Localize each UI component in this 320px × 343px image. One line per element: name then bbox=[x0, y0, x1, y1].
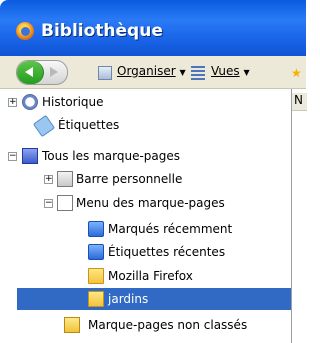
smart-folder-icon bbox=[88, 244, 104, 260]
firefox-logo-icon bbox=[16, 22, 34, 40]
tree-item-barre-personnelle[interactable]: Barre personnelle bbox=[76, 168, 182, 190]
tree-item-jardins[interactable]: jardins bbox=[108, 288, 148, 310]
collapse-toggle[interactable]: − bbox=[44, 199, 53, 208]
all-bookmarks-icon bbox=[22, 148, 38, 164]
expand-toggle[interactable]: + bbox=[8, 98, 17, 107]
tree-item-mozilla-firefox[interactable]: Mozilla Firefox bbox=[108, 265, 193, 287]
column-header[interactable]: N bbox=[292, 93, 307, 111]
bookmarks-menu-icon bbox=[57, 195, 73, 211]
organize-label: Organiser bbox=[117, 64, 176, 78]
content-pane[interactable]: N bbox=[291, 89, 307, 343]
smart-folder-icon bbox=[88, 221, 104, 237]
star-icon[interactable]: ★ bbox=[291, 66, 302, 80]
selection-highlight bbox=[17, 288, 291, 310]
collapse-toggle[interactable]: − bbox=[8, 152, 17, 161]
tree-item-etiquettes[interactable]: Étiquettes bbox=[58, 114, 119, 136]
tree-item-tous-marque-pages[interactable]: Tous les marque-pages bbox=[42, 145, 180, 167]
tree-item-non-classes[interactable]: Marque-pages non classés bbox=[88, 314, 247, 336]
tree-item-marques-recemment[interactable]: Marqués récemment bbox=[108, 218, 232, 240]
tree-item-etiquettes-recentes[interactable]: Étiquettes récentes bbox=[108, 241, 225, 263]
unsorted-bookmarks-icon bbox=[64, 317, 80, 333]
folder-icon bbox=[88, 291, 104, 307]
history-icon bbox=[22, 94, 38, 110]
tree-item-historique[interactable]: Historique bbox=[42, 91, 104, 113]
organize-icon bbox=[98, 66, 112, 80]
back-button[interactable] bbox=[17, 61, 44, 84]
views-icon bbox=[191, 66, 205, 80]
views-label: Vues bbox=[211, 64, 240, 78]
tree-item-menu-marque-pages[interactable]: Menu des marque-pages bbox=[76, 192, 225, 214]
chevron-down-icon: ▼ bbox=[179, 68, 186, 77]
bookmarks-toolbar-icon bbox=[57, 171, 73, 187]
chevron-down-icon: ▼ bbox=[243, 68, 250, 77]
window-title: Bibliothèque bbox=[41, 21, 163, 41]
navigation-buttons bbox=[16, 60, 68, 85]
views-button[interactable]: Vues ▼ bbox=[211, 64, 250, 84]
expand-toggle[interactable]: + bbox=[44, 175, 53, 184]
folder-icon bbox=[88, 268, 104, 284]
organize-button[interactable]: Organiser ▼ bbox=[117, 64, 186, 84]
